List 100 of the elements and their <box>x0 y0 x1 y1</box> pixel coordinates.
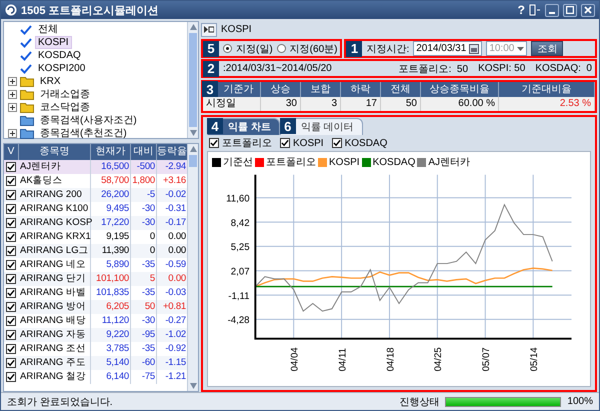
scroll-thumb[interactable] <box>189 155 197 167</box>
tree-item[interactable]: 거래소업종 <box>37 88 93 101</box>
stock-row[interactable]: ARIRANG 바벨 101,835 -35 -0.03 <box>4 286 187 300</box>
scrollbar[interactable] <box>187 144 198 391</box>
minimize-button[interactable] <box>545 4 559 16</box>
checkbox-label[interactable]: KOSDAQ <box>344 138 388 148</box>
checkbox[interactable] <box>280 138 290 148</box>
checkbox[interactable] <box>6 260 16 270</box>
expand-icon[interactable] <box>8 103 17 112</box>
expand-icon[interactable] <box>8 90 17 99</box>
stock-row[interactable]: ARIRANG 200 26,200 -5 -0.02 <box>4 188 187 202</box>
status-message: 조회가 완료되었습니다. <box>7 396 114 408</box>
checkbox[interactable] <box>6 316 16 326</box>
axis-label: 05/07 <box>481 347 492 372</box>
progress-label: 진행상태 <box>399 396 440 408</box>
column-header: 하락 <box>341 82 381 97</box>
maximize-button[interactable] <box>563 4 577 16</box>
stock-row[interactable]: ARIRANG KOSP 17,220 -30 -0.17 <box>4 216 187 230</box>
table-cell: -75 <box>131 370 157 384</box>
column-header[interactable]: 현재가 <box>91 144 131 160</box>
checkbox[interactable] <box>6 302 16 312</box>
tree-item[interactable]: KOSPI200 <box>35 62 88 75</box>
axis-label: 11,60 <box>226 194 250 205</box>
checkmark-icon[interactable] <box>20 24 32 34</box>
tree-item[interactable]: 전체 <box>35 23 61 36</box>
tab[interactable]: 4 익률 차트 <box>207 118 280 135</box>
checkmark-icon[interactable] <box>20 50 32 60</box>
radio-label[interactable]: 지정(60분) <box>290 42 338 56</box>
expand-icon[interactable] <box>8 77 17 86</box>
pin-icon[interactable] <box>529 4 541 16</box>
checkbox[interactable] <box>6 232 16 242</box>
checkbox[interactable] <box>6 176 16 186</box>
table-cell: 60.00 % <box>421 97 499 111</box>
stock-row[interactable]: ARIRANG 주도 5,140 -60 -1.15 <box>4 356 187 370</box>
tree-item[interactable]: 종목검색(사용자조건) <box>37 114 140 127</box>
stock-row[interactable]: AJ렌터카 16,500 -500 -2.94 <box>4 160 187 174</box>
folder-icon <box>20 128 34 139</box>
radio-button[interactable] <box>223 44 232 53</box>
scroll-down-icon[interactable] <box>190 383 196 389</box>
checkbox[interactable] <box>6 358 16 368</box>
axis-label: 04/18 <box>385 347 396 372</box>
scroll-down-icon[interactable] <box>190 130 196 136</box>
checkbox[interactable] <box>6 330 16 340</box>
folder-icon <box>20 102 34 113</box>
tree-item[interactable]: KRX <box>37 75 64 88</box>
close-icon <box>584 6 592 14</box>
stock-row[interactable]: ARIRANG 조선 3,785 -35 -0.92 <box>4 342 187 356</box>
help-button[interactable]: ? <box>518 3 525 17</box>
tree-item[interactable]: 코스닥업종 <box>37 101 93 114</box>
checkbox-label[interactable]: 포트폴리오 <box>222 136 272 150</box>
scroll-up-icon[interactable] <box>190 24 196 30</box>
stock-row[interactable]: ARIRANG 단기 101,100 5 0.00 <box>4 272 187 286</box>
radio-label[interactable]: 지정(일) <box>236 42 273 56</box>
column-header[interactable]: 등락율 <box>157 144 188 160</box>
stock-row[interactable]: ARIRANG 배당 11,120 -30 -0.27 <box>4 314 187 328</box>
checkbox[interactable] <box>6 246 16 256</box>
checkbox[interactable] <box>6 372 16 382</box>
date-field[interactable]: 2014/03/31 <box>413 41 482 56</box>
step-badge: 3 <box>202 81 218 97</box>
step-badge: 6 <box>280 118 296 134</box>
stock-row[interactable]: ARIRANG LG그 11,390 0 0.00 <box>4 244 187 258</box>
tree-item[interactable]: 종목검색(추천조건) <box>37 127 130 140</box>
checkbox[interactable] <box>209 138 219 148</box>
stock-row[interactable]: ARIRANG KRX1 9,195 0 0.00 <box>4 230 187 244</box>
radio-button[interactable] <box>276 44 286 53</box>
table-cell: ARIRANG 철강 <box>19 370 91 384</box>
stock-row[interactable]: ARIRANG 네오 5,890 -35 -0.59 <box>4 258 187 272</box>
calendar-icon[interactable] <box>469 44 480 54</box>
checkbox[interactable] <box>6 204 16 214</box>
checkbox-label[interactable]: KOSPI <box>293 138 324 148</box>
column-header[interactable]: V <box>4 144 19 160</box>
search-button[interactable]: 조회 <box>531 41 564 56</box>
legend-swatch <box>417 158 426 166</box>
checkbox[interactable] <box>6 288 16 298</box>
column-header[interactable]: 종목명 <box>19 144 91 160</box>
close-button[interactable] <box>581 4 595 16</box>
checkbox[interactable] <box>6 344 16 354</box>
checkbox[interactable] <box>6 218 16 228</box>
stock-row[interactable]: ARIRANG 철강 6,140 -75 -1.21 <box>4 370 187 384</box>
stock-row[interactable]: ARIRANG K100 9,495 -30 -0.31 <box>4 202 187 216</box>
checkbox[interactable] <box>6 162 16 172</box>
stock-row[interactable]: ARIRANG 자동 9,220 -95 -1.02 <box>4 328 187 342</box>
tree-item[interactable]: KOSDAQ <box>35 49 84 62</box>
step-badge: 5 <box>203 40 219 56</box>
scroll-thumb[interactable] <box>189 33 197 127</box>
column-header[interactable]: 대비 <box>131 144 157 160</box>
checkbox[interactable] <box>6 190 16 200</box>
checkbox[interactable] <box>6 274 16 284</box>
tab[interactable]: 6 익률 데이터 <box>280 118 363 135</box>
stock-row[interactable]: ARIRANG 방어 6,205 50 +0.81 <box>4 300 187 314</box>
scrollbar[interactable] <box>187 22 198 138</box>
stock-row[interactable]: AK홀딩스 58,700 1,800 +3.16 <box>4 174 187 188</box>
table-cell: 3 <box>301 97 341 111</box>
checkbox[interactable] <box>332 138 342 148</box>
expand-icon[interactable] <box>8 129 17 138</box>
checkmark-icon[interactable] <box>20 38 32 48</box>
scroll-up-icon[interactable] <box>190 146 196 152</box>
toggle-panel-button[interactable] <box>201 22 217 36</box>
tree-item[interactable]: KOSPI <box>35 36 72 49</box>
checkmark-icon[interactable] <box>20 64 32 74</box>
